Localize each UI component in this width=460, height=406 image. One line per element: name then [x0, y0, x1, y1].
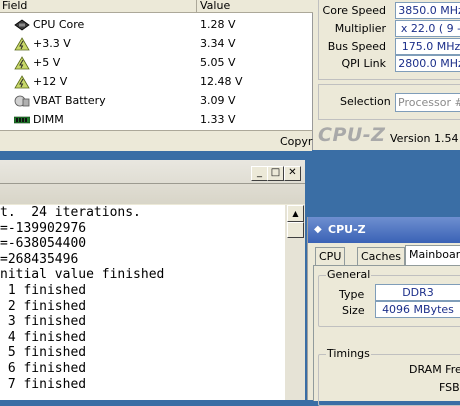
bus-speed-label: Bus Speed	[327, 40, 386, 53]
minimize-button[interactable]: _	[251, 166, 268, 181]
status-bar: Copyri	[0, 130, 316, 151]
console-window: _ □ ✕ t. 24 iterations. =-139902976 =-6380…	[0, 160, 305, 400]
console-line: =268435496	[0, 251, 79, 267]
tab-caches[interactable]: Caches	[357, 247, 405, 266]
sensor-row[interactable]: +5 V 5.05 V	[0, 53, 312, 72]
console-output[interactable]: t. 24 iterations. =-139902976 =-638054400 =…	[0, 205, 285, 400]
voltage-icon	[14, 75, 30, 89]
console-line: =-139902976	[0, 220, 87, 236]
sensor-row[interactable]: +12 V 12.48 V	[0, 72, 312, 91]
copyright-text: Copyri	[280, 135, 316, 148]
memory-module-icon	[13, 113, 31, 127]
console-line: 7 finished	[0, 376, 87, 392]
cpu-chip-icon	[14, 18, 30, 32]
scroll-thumb[interactable]	[287, 222, 304, 238]
core-speed-field: 3850.0 MHz	[395, 2, 460, 19]
console-line: 4 finished	[0, 329, 87, 345]
tab-mainboard[interactable]: Mainboard	[405, 245, 460, 266]
qpi-link-label: QPI Link	[341, 57, 386, 70]
sensor-row[interactable]: VBAT Battery 3.09 V	[0, 91, 312, 110]
sensor-name: +5 V	[33, 56, 61, 69]
close-button[interactable]: ✕	[284, 166, 301, 181]
size-label: Size	[342, 304, 365, 317]
sensor-value: 1.33 V	[200, 113, 236, 126]
cpuz-titlebar[interactable]: ◆ CPU-Z	[308, 217, 460, 243]
cpuz-window-title: CPU-Z	[328, 223, 366, 236]
tab-cpu[interactable]: CPU	[315, 247, 346, 266]
cpuz-window: ◆ CPU-Z CPU Caches Mainboard General Typ…	[307, 217, 460, 406]
console-line: =-638054400	[0, 236, 87, 252]
multiplier-label: Multiplier	[334, 22, 386, 35]
sensor-row[interactable]: CPU Core 1.28 V	[0, 15, 312, 34]
multiplier-field: x 22.0 ( 9 -	[395, 20, 460, 37]
console-line: 5 finished	[0, 345, 87, 361]
console-line: 2 finished	[0, 298, 87, 314]
battery-icon	[14, 94, 30, 108]
console-line: t. 24 iterations.	[0, 205, 141, 220]
qpi-link-field: 2800.0 MHz	[395, 55, 460, 72]
sensor-name: DIMM	[33, 113, 64, 126]
type-label: Type	[339, 288, 365, 301]
sensor-row[interactable]: DIMM 1.33 V	[0, 110, 312, 129]
sensor-value: 1.28 V	[200, 18, 236, 31]
console-titlebar[interactable]: _ □ ✕	[0, 160, 305, 204]
column-header-field[interactable]: Field	[0, 0, 197, 13]
sensor-value: 5.05 V	[200, 56, 236, 69]
cpuz-clocks-panel: Core Speed 3850.0 MHz Multiplier x 22.0 …	[313, 0, 460, 150]
sensor-name: CPU Core	[33, 18, 85, 31]
timings-group	[318, 354, 460, 406]
version-text: Version 1.54	[390, 132, 459, 145]
sensor-name: VBAT Battery	[33, 94, 106, 107]
scroll-up-button[interactable]: ▲	[287, 205, 304, 222]
type-field: DDR3	[375, 284, 460, 301]
voltage-icon	[14, 56, 30, 70]
fsb-label: FSB	[439, 381, 460, 394]
sensor-value: 3.09 V	[200, 94, 236, 107]
sensor-value: 12.48 V	[200, 75, 243, 88]
column-header-value-label: Value	[200, 0, 231, 12]
console-line: 1 finished	[0, 282, 87, 298]
console-line: nitial value finished	[0, 267, 165, 283]
sensor-name: +3.3 V	[33, 37, 71, 50]
cpuz-app-icon: ◆	[314, 224, 322, 235]
column-header-value[interactable]: Value	[197, 0, 315, 13]
column-header-field-label: Field	[2, 0, 28, 12]
general-group-title: General	[326, 268, 372, 281]
sensor-value: 3.34 V	[200, 37, 236, 50]
size-field: 4096 MBytes	[375, 301, 460, 318]
bus-speed-field: 175.0 MHz	[395, 38, 460, 55]
console-line: 3 finished	[0, 314, 87, 330]
cpuz-logo: CPU-Z	[318, 124, 386, 146]
console-line: 6 finished	[0, 360, 87, 376]
console-border-line	[0, 183, 305, 184]
voltage-icon	[14, 37, 30, 51]
maximize-button[interactable]: □	[267, 166, 284, 181]
sensor-row[interactable]: +3.3 V 3.34 V	[0, 34, 312, 53]
sensor-name: +12 V	[33, 75, 68, 88]
sensor-panel: Field Value CPU Core 1.28 V +3.3 V 3.34 …	[0, 0, 316, 151]
selection-label: Selection	[340, 95, 391, 108]
dram-frequency-label: DRAM Frequ	[409, 363, 460, 376]
processor-select[interactable]: Processor #1	[395, 93, 460, 112]
core-speed-label: Core Speed	[322, 4, 386, 17]
chevron-up-icon: ▲	[292, 209, 299, 218]
timings-group-title: Timings	[326, 347, 371, 360]
vertical-scrollbar[interactable]: ▲	[285, 205, 305, 400]
